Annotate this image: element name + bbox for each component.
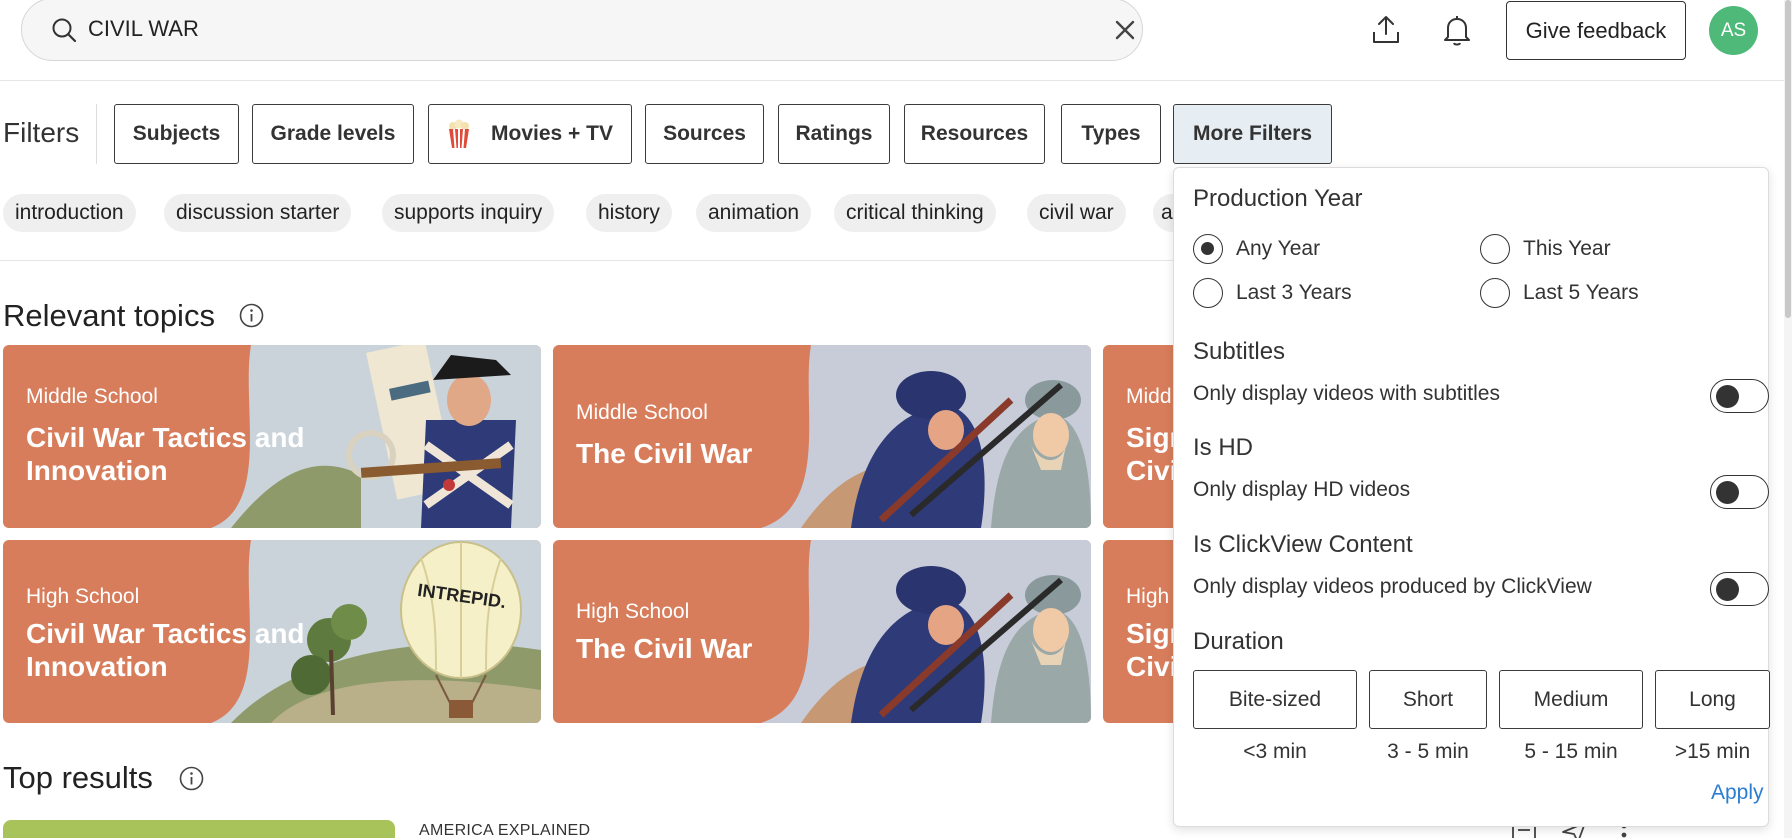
radio-label: Last 5 Years [1523, 281, 1639, 304]
more-filters-button[interactable]: More Filters [1173, 104, 1332, 164]
card-level: High School [576, 600, 690, 623]
info-icon[interactable] [179, 766, 204, 791]
search-input[interactable] [88, 11, 1048, 47]
tag-chip[interactable]: civil war [1027, 194, 1126, 232]
duration-range: 3 - 5 min [1387, 740, 1469, 763]
filter-subjects-button[interactable]: Subjects [114, 104, 239, 164]
result-source: AMERICA EXPLAINED [419, 822, 591, 838]
bell-icon [1444, 16, 1470, 46]
radio-indicator [1193, 234, 1223, 264]
production-year-heading: Production Year [1193, 185, 1363, 212]
topic-card[interactable]: Middle School Civil War Tactics and Inno… [3, 345, 541, 528]
toggle-knob [1716, 385, 1739, 408]
radio-indicator [1480, 278, 1510, 308]
apply-button[interactable]: Apply [1711, 781, 1764, 805]
subtitles-heading: Subtitles [1193, 338, 1286, 365]
info-icon[interactable] [239, 303, 264, 328]
filter-ratings-button[interactable]: Ratings [778, 104, 890, 164]
search-icon [52, 18, 77, 43]
duration-range: 5 - 15 min [1524, 740, 1618, 763]
upload-button[interactable] [1366, 10, 1406, 50]
top-bar: Give feedback AS [0, 0, 1792, 81]
top-results-heading: Top results [3, 760, 153, 795]
hd-toggle[interactable] [1710, 475, 1769, 509]
tag-chip[interactable]: history [586, 194, 672, 232]
page-scrollbar[interactable] [1784, 0, 1792, 838]
notifications-button[interactable] [1437, 10, 1477, 50]
filters-label: Filters [3, 117, 80, 148]
radio-indicator [1193, 278, 1223, 308]
radio-last-3-years[interactable]: Last 3 Years [1193, 278, 1352, 308]
radio-any-year[interactable]: Any Year [1193, 234, 1320, 264]
card-title: Sign Civi [1126, 422, 1173, 486]
duration-medium-button[interactable]: Medium [1499, 670, 1643, 729]
card-level: Middle School [576, 401, 708, 424]
topic-card[interactable]: Midd Sign Civi [1103, 345, 1173, 528]
filters-divider [96, 104, 97, 164]
tag-chip[interactable]: critical thinking [834, 194, 996, 232]
filter-resources-button[interactable]: Resources [904, 104, 1045, 164]
card-level: Midd [1126, 385, 1172, 408]
toggle-knob [1716, 578, 1739, 601]
toggle-knob [1716, 481, 1739, 504]
more-filters-panel: Production Year Any Year This Year Last … [1173, 167, 1770, 827]
chips-divider [0, 260, 1180, 261]
scrollbar-thumb[interactable] [1785, 0, 1791, 318]
radio-this-year[interactable]: This Year [1480, 234, 1611, 264]
clickview-toggle-label: Only display videos produced by ClickVie… [1193, 575, 1592, 598]
tag-chip[interactable]: animation [696, 194, 812, 232]
subtitles-toggle[interactable] [1710, 379, 1769, 413]
radio-label: Last 3 Years [1236, 281, 1352, 304]
radio-label: Any Year [1236, 237, 1321, 260]
tag-chip[interactable]: introduction [3, 194, 136, 232]
duration-heading: Duration [1193, 628, 1284, 655]
hd-heading: Is HD [1193, 434, 1253, 461]
card-title: Civil War Tactics and Innovation [26, 422, 305, 486]
topic-card[interactable]: INTREPID. High School Civil War Tactics … [3, 540, 541, 723]
clickview-heading: Is ClickView Content [1193, 531, 1413, 558]
filter-grade-levels-button[interactable]: Grade levels [252, 104, 414, 164]
card-title: The Civil War [576, 633, 753, 664]
hd-toggle-label: Only display HD videos [1193, 478, 1411, 501]
card-title: Sign Civi [1126, 618, 1173, 682]
upload-icon [1373, 16, 1399, 43]
give-feedback-button[interactable]: Give feedback [1506, 1, 1686, 60]
clickview-toggle[interactable] [1710, 572, 1769, 606]
card-level: Middle School [26, 385, 158, 408]
clear-search-icon[interactable] [1110, 15, 1140, 45]
popcorn-icon [449, 119, 470, 149]
result-thumbnail[interactable] [3, 820, 395, 838]
filter-movies-tv-label: Movies + TV [491, 122, 613, 145]
card-level: High School [26, 585, 140, 608]
filter-movies-tv-button[interactable]: Movies + TV [428, 104, 632, 164]
search-bar [21, 0, 1143, 61]
duration-range: <3 min [1243, 740, 1307, 763]
tag-chip[interactable]: a [1153, 194, 1173, 232]
duration-long-button[interactable]: Long [1655, 670, 1770, 729]
card-title: The Civil War [576, 438, 753, 469]
relevant-topics-heading: Relevant topics [3, 298, 215, 333]
topic-card[interactable]: High Sign Civi [1103, 540, 1173, 723]
radio-label: This Year [1523, 237, 1611, 260]
topic-card[interactable]: High School The Civil War [553, 540, 1091, 723]
duration-bite-sized-button[interactable]: Bite-sized [1193, 670, 1357, 729]
tag-chip[interactable]: discussion starter [164, 194, 352, 232]
radio-last-5-years[interactable]: Last 5 Years [1480, 278, 1639, 308]
card-level: High [1126, 585, 1170, 608]
filter-types-button[interactable]: Types [1061, 104, 1161, 164]
avatar[interactable]: AS [1709, 6, 1758, 55]
subtitles-toggle-label: Only display videos with subtitles [1193, 382, 1500, 405]
card-title: Civil War Tactics and Innovation [26, 618, 305, 682]
tag-chip[interactable]: supports inquiry [382, 194, 555, 232]
topic-card[interactable]: Middle School The Civil War [553, 345, 1091, 528]
duration-range: >15 min [1674, 740, 1751, 763]
radio-indicator [1480, 234, 1510, 264]
filter-sources-button[interactable]: Sources [645, 104, 764, 164]
duration-short-button[interactable]: Short [1369, 670, 1487, 729]
